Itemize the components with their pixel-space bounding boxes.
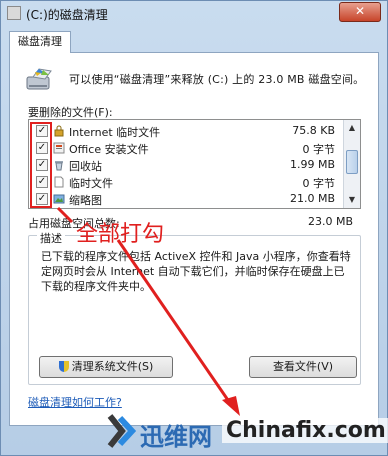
watermark-cn: 迅维网 <box>140 423 212 451</box>
scroll-down-icon[interactable]: ▼ <box>345 193 359 207</box>
recycle-bin-icon <box>53 159 65 171</box>
disk-cleanup-icon <box>26 68 52 90</box>
watermark-en: Chinafix.com <box>222 418 388 443</box>
office-icon <box>53 142 65 154</box>
files-list[interactable]: ▲ ▼ ✓ Internet 临时文件 75.8 KB ✓ Office 安装文件 0 字… <box>28 119 361 209</box>
drive-icon <box>7 6 21 20</box>
help-link[interactable]: 磁盘清理如何工作? <box>28 394 122 410</box>
disk-cleanup-window: (C:)的磁盘清理 ✕ 磁盘清理 可以使用“磁盘清理”来释放 (C:) 上的 2… <box>0 0 388 456</box>
item-name: 缩略图 <box>69 194 102 207</box>
annotation-text: 全部打勾 <box>76 222 165 247</box>
item-name: 临时文件 <box>69 177 113 190</box>
watermark: 迅维网 Chinafix.com <box>106 412 388 456</box>
list-scrollbar[interactable]: ▲ ▼ <box>343 120 360 208</box>
total-space-value: 23.0 MB <box>307 215 353 228</box>
item-name: Office 安装文件 <box>69 143 149 156</box>
list-item[interactable]: ✓ 缩略图 21.0 MB <box>29 191 345 207</box>
chinafix-logo-icon <box>107 414 136 448</box>
list-item[interactable]: ✓ Internet 临时文件 75.8 KB <box>29 123 345 139</box>
clean-system-files-button[interactable]: 清理系统文件(S) <box>39 356 173 378</box>
thumbnail-icon <box>53 193 65 205</box>
close-button[interactable]: ✕ <box>339 2 381 22</box>
title-bar[interactable]: (C:)的磁盘清理 ✕ <box>1 1 387 25</box>
files-to-delete-label: 要删除的文件(F): <box>28 106 113 119</box>
scroll-up-icon[interactable]: ▲ <box>345 121 359 135</box>
info-text: 可以使用“磁盘清理”来释放 (C:) 上的 23.0 MB 磁盘空间。 <box>69 73 365 86</box>
list-item[interactable]: ✓ Office 安装文件 0 字节 <box>29 140 345 156</box>
list-item[interactable]: ✓ 回收站 1.99 MB <box>29 157 345 173</box>
view-files-button[interactable]: 查看文件(V) <box>249 356 357 378</box>
item-name: 回收站 <box>69 160 102 173</box>
window-title: (C:)的磁盘清理 <box>26 8 108 22</box>
item-name: Internet 临时文件 <box>69 126 161 139</box>
clean-system-files-label: 清理系统文件(S) <box>71 360 154 373</box>
item-size: 1.99 MB <box>289 158 335 171</box>
list-item[interactable]: ✓ 临时文件 0 字节 <box>29 174 345 190</box>
item-size: 21.0 MB <box>289 192 335 205</box>
tab-disk-cleanup[interactable]: 磁盘清理 <box>9 31 71 53</box>
item-size: 0 字节 <box>302 177 336 190</box>
file-icon <box>53 176 65 188</box>
item-size: 0 字节 <box>302 143 336 156</box>
description-label: 描述 <box>37 230 65 246</box>
item-size: 75.8 KB <box>292 124 335 137</box>
description-text: 已下载的程序文件包括 ActiveX 控件和 Java 小程序，你查看特定网页时… <box>41 250 351 293</box>
lock-icon <box>53 125 65 137</box>
checkbox-highlight <box>30 122 52 208</box>
scroll-thumb[interactable] <box>346 150 358 174</box>
shield-icon <box>58 361 69 372</box>
